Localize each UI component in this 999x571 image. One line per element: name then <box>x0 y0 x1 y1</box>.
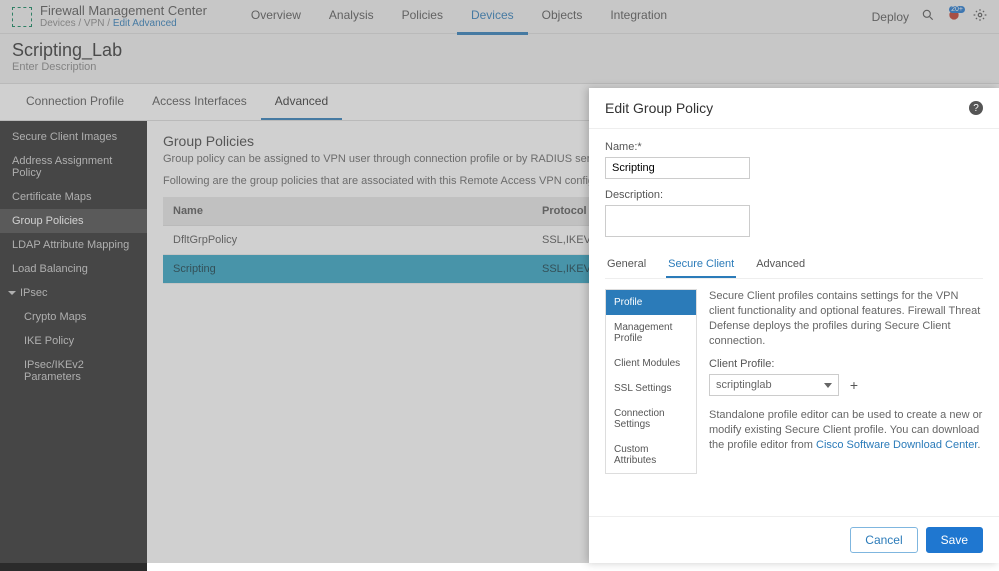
info2-post: . <box>977 439 980 451</box>
deploy-button[interactable]: Deploy <box>872 10 909 24</box>
cell-name: DfltGrpPolicy <box>163 226 532 255</box>
breadcrumb: Devices / VPN / Edit Advanced <box>40 18 207 29</box>
cancel-button[interactable]: Cancel <box>850 527 917 553</box>
name-label: Name: <box>605 141 983 153</box>
brand-logo <box>12 7 32 27</box>
breadcrumb-prefix: Devices / VPN / <box>40 18 113 29</box>
notifications-icon[interactable]: 20+ <box>947 8 961 25</box>
nav-objects[interactable]: Objects <box>528 0 597 35</box>
brand-block: Firewall Management Center Devices / VPN… <box>40 4 207 29</box>
col-name: Name <box>163 197 532 226</box>
panel-header: Edit Group Policy ? <box>589 88 999 129</box>
panel-tab-advanced[interactable]: Advanced <box>754 254 807 278</box>
sidebar-item-ike-policy[interactable]: IKE Policy <box>0 329 147 353</box>
sidebar-item-address-assignment[interactable]: Address Assignment Policy <box>0 149 147 185</box>
tab-advanced[interactable]: Advanced <box>261 84 342 120</box>
chevron-down-icon <box>8 291 16 295</box>
nav-overview[interactable]: Overview <box>237 0 315 35</box>
sidebar-item-certificate-maps[interactable]: Certificate Maps <box>0 185 147 209</box>
menu-client-modules[interactable]: Client Modules <box>606 351 696 376</box>
name-input[interactable] <box>605 157 750 179</box>
help-icon[interactable]: ? <box>969 101 983 115</box>
client-profile-label: Client Profile: <box>709 358 983 370</box>
menu-custom-attributes[interactable]: Custom Attributes <box>606 437 696 473</box>
top-right: Deploy 20+ <box>872 8 987 25</box>
tab-connection-profile[interactable]: Connection Profile <box>12 84 138 120</box>
menu-profile[interactable]: Profile <box>606 290 696 315</box>
panel-footer: Cancel Save <box>589 516 999 563</box>
sidebar-item-crypto-maps[interactable]: Crypto Maps <box>0 305 147 329</box>
nav-devices[interactable]: Devices <box>457 0 528 35</box>
nav-integration[interactable]: Integration <box>596 0 681 35</box>
chevron-down-icon <box>824 383 832 388</box>
top-header: Firewall Management Center Devices / VPN… <box>0 0 999 34</box>
client-profile-row: scriptinglab + <box>709 374 983 396</box>
sidebar-item-secure-client-images[interactable]: Secure Client Images <box>0 125 147 149</box>
notifications-badge: 20+ <box>949 6 965 13</box>
menu-management-profile[interactable]: Management Profile <box>606 315 696 351</box>
description-label: Description: <box>605 189 983 201</box>
nav-policies[interactable]: Policies <box>388 0 457 35</box>
sidebar: Secure Client Images Address Assignment … <box>0 121 147 571</box>
panel-tab-general[interactable]: General <box>605 254 648 278</box>
panel-title: Edit Group Policy <box>605 100 713 116</box>
secure-client-menu: Profile Management Profile Client Module… <box>605 289 697 474</box>
sidebar-item-ldap-mapping[interactable]: LDAP Attribute Mapping <box>0 233 147 257</box>
info-text-2: Standalone profile editor can be used to… <box>709 408 983 453</box>
brand-title: Firewall Management Center <box>40 4 207 18</box>
edit-group-policy-panel: Edit Group Policy ? Name: Description: G… <box>589 88 999 563</box>
cell-name: Scripting <box>163 255 532 284</box>
menu-ssl-settings[interactable]: SSL Settings <box>606 376 696 401</box>
sidebar-item-ipsec-ikev2[interactable]: IPsec/IKEv2 Parameters <box>0 353 147 389</box>
save-button[interactable]: Save <box>926 527 983 553</box>
menu-connection-settings[interactable]: Connection Settings <box>606 401 696 437</box>
page-subtitle: Enter Description <box>12 61 987 73</box>
sidebar-group-label: IPsec <box>20 287 48 299</box>
tab-access-interfaces[interactable]: Access Interfaces <box>138 84 261 120</box>
download-center-link[interactable]: Cisco Software Download Center <box>816 439 977 451</box>
panel-body: Name: Description: General Secure Client… <box>589 129 999 516</box>
dropdown-value: scriptinglab <box>716 379 772 391</box>
main-nav: Overview Analysis Policies Devices Objec… <box>237 0 681 35</box>
sidebar-item-group-policies[interactable]: Group Policies <box>0 209 147 233</box>
panel-tabs: General Secure Client Advanced <box>605 254 983 279</box>
nav-analysis[interactable]: Analysis <box>315 0 388 35</box>
client-profile-dropdown[interactable]: scriptinglab <box>709 374 839 396</box>
sidebar-group-ipsec[interactable]: IPsec <box>0 281 147 305</box>
page-title: Scripting_Lab <box>12 40 987 61</box>
search-icon[interactable] <box>921 8 935 25</box>
info-text-1: Secure Client profiles contains settings… <box>709 289 983 348</box>
panel-tab-secure-client[interactable]: Secure Client <box>666 254 736 278</box>
breadcrumb-current[interactable]: Edit Advanced <box>113 18 177 29</box>
settings-icon[interactable] <box>973 8 987 25</box>
page-title-row: Scripting_Lab Enter Description <box>0 34 999 84</box>
add-profile-button[interactable]: + <box>845 376 863 394</box>
secure-client-row: Profile Management Profile Client Module… <box>605 289 983 474</box>
description-input[interactable] <box>605 205 750 237</box>
secure-client-content: Secure Client profiles contains settings… <box>709 289 983 474</box>
sidebar-item-load-balancing[interactable]: Load Balancing <box>0 257 147 281</box>
